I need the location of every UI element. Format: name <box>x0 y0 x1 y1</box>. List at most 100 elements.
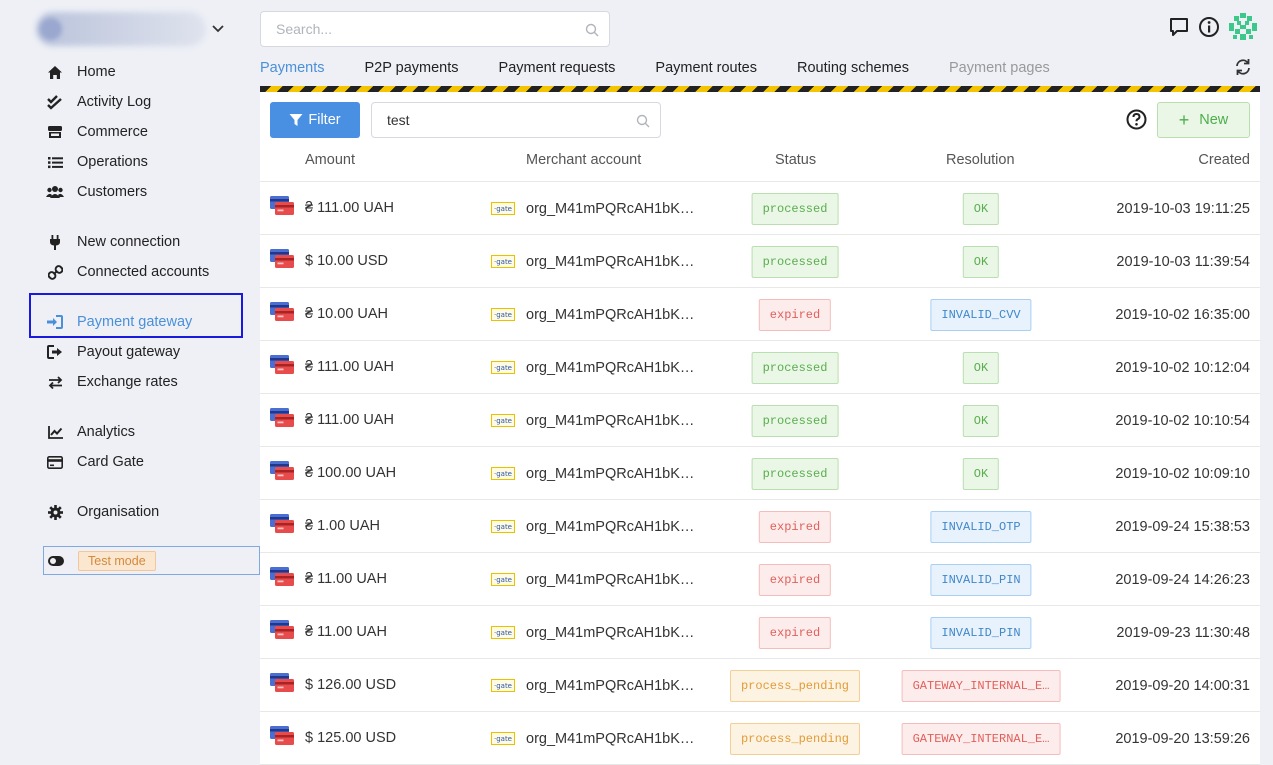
help-icon[interactable] <box>1126 109 1147 133</box>
sidebar-item-label: Analytics <box>77 424 136 440</box>
status-badge: processed <box>751 405 839 437</box>
table-row[interactable]: ₴ 111.00 UAH ·gate org_M41mPQRcAH1bK… proce… <box>260 341 1260 394</box>
sidebar-item-payment-gateway[interactable]: Payment gateway <box>44 310 192 334</box>
table-row[interactable]: $ 10.00 USD ·gate org_M41mPQRcAH1bK… proces… <box>260 235 1260 288</box>
status-badge: expired <box>758 299 832 331</box>
created-timestamp: 2019-10-02 16:35:00 <box>1115 307 1250 323</box>
table-row[interactable]: ₴ 1.00 UAH ·gate org_M41mPQRcAH1bK… expired… <box>260 500 1260 553</box>
table-row[interactable]: ₴ 111.00 UAH ·gate org_M41mPQRcAH1bK… proce… <box>260 394 1260 447</box>
gateway-logo-icon: ·gate <box>491 732 515 745</box>
status-badge: processed <box>751 352 839 384</box>
created-timestamp: 2019-10-03 19:11:25 <box>1116 201 1250 217</box>
column-header-created[interactable]: Created <box>1198 152 1250 168</box>
sidebar-item-exchange-rates[interactable]: Exchange rates <box>44 370 178 394</box>
search-icon <box>585 23 599 37</box>
gateway-logo-icon: ·gate <box>491 202 515 215</box>
sidebar-item-home[interactable]: Home <box>44 60 116 84</box>
column-header-status[interactable]: Status <box>775 152 816 168</box>
tab-p2p-payments[interactable]: P2P payments <box>364 56 458 86</box>
global-search[interactable] <box>260 11 610 47</box>
filter-icon <box>289 114 303 126</box>
sidebar-item-connected-accounts[interactable]: Connected accounts <box>44 260 209 284</box>
exchange-icon <box>44 373 66 391</box>
toggle-switch-icon[interactable] <box>48 555 64 566</box>
merchant-account: org_M41mPQRcAH1bK… <box>526 413 695 429</box>
filter-search-input[interactable] <box>372 103 660 137</box>
chat-icon[interactable] <box>1168 16 1190 38</box>
search-input[interactable] <box>261 12 609 46</box>
sidebar-item-customers[interactable]: Customers <box>44 180 147 204</box>
sidebar-item-organisation[interactable]: Organisation <box>44 500 159 524</box>
tab-payment-pages[interactable]: Payment pages <box>949 56 1050 86</box>
table-row[interactable]: ₴ 11.00 UAH ·gate org_M41mPQRcAH1bK… expire… <box>260 606 1260 659</box>
sidebar-item-label: New connection <box>77 234 181 250</box>
resolution-badge: GATEWAY_INTERNAL_E… <box>901 723 1061 755</box>
gateway-logo-icon: ·gate <box>491 414 515 427</box>
filter-button[interactable]: Filter <box>270 102 360 138</box>
refresh-icon[interactable] <box>1234 58 1252 79</box>
sidebar-item-label: Payout gateway <box>77 344 181 360</box>
table-row[interactable]: $ 125.00 USD ·gate org_M41mPQRcAH1bK… proce… <box>260 712 1260 765</box>
status-badge: process_pending <box>729 723 861 755</box>
merchant-account: org_M41mPQRcAH1bK… <box>526 572 695 588</box>
status-badge: processed <box>751 193 839 225</box>
payment-amount: ₴ 11.00 UAH <box>305 571 387 587</box>
new-payment-button[interactable]: + New <box>1157 102 1250 138</box>
column-header-resolution[interactable]: Resolution <box>946 152 1015 168</box>
payment-amount: ₴ 11.00 UAH <box>305 624 387 640</box>
card-payment-icon <box>270 620 294 639</box>
merchant-account: org_M41mPQRcAH1bK… <box>526 519 695 535</box>
gateway-logo-icon: ·gate <box>491 361 515 374</box>
organization-switcher[interactable] <box>36 12 236 48</box>
table-row[interactable]: ₴ 111.00 UAH ·gate org_M41mPQRcAH1bK… proce… <box>260 182 1260 235</box>
sidebar-item-analytics[interactable]: Analytics <box>44 420 135 444</box>
payment-amount: $ 126.00 USD <box>305 677 397 693</box>
filter-search-field[interactable] <box>371 102 661 138</box>
table-row[interactable]: ₴ 10.00 UAH ·gate org_M41mPQRcAH1bK… expire… <box>260 288 1260 341</box>
test-mode-toggle[interactable]: Test mode <box>43 546 260 575</box>
gateway-logo-icon: ·gate <box>491 520 515 533</box>
sidebar-item-operations[interactable]: Operations <box>44 150 148 174</box>
gateway-logo-icon: ·gate <box>491 573 515 586</box>
table-row[interactable]: $ 126.00 USD ·gate org_M41mPQRcAH1bK… proce… <box>260 659 1260 712</box>
sidebar-item-payout-gateway[interactable]: Payout gateway <box>44 340 180 364</box>
status-badge: processed <box>751 246 839 278</box>
credit-card-icon <box>44 453 66 471</box>
merchant-account: org_M41mPQRcAH1bK… <box>526 201 695 217</box>
table-row[interactable]: ₴ 100.00 UAH ·gate org_M41mPQRcAH1bK… proce… <box>260 447 1260 500</box>
sidebar-item-new-connection[interactable]: New connection <box>44 230 180 254</box>
created-timestamp: 2019-09-24 15:38:53 <box>1115 519 1250 535</box>
sidebar-item-label: Connected accounts <box>77 264 210 280</box>
gateway-logo-icon: ·gate <box>491 467 515 480</box>
chevron-down-icon[interactable] <box>210 20 226 36</box>
tab-payments[interactable]: Payments <box>260 56 324 86</box>
sidebar-item-label: Exchange rates <box>77 374 178 390</box>
sidebar-item-label: Payment gateway <box>77 314 193 330</box>
sidebar-item-activity-log[interactable]: Activity Log <box>44 90 151 114</box>
status-badge: expired <box>758 617 832 649</box>
column-header-amount[interactable]: Amount <box>305 152 355 168</box>
status-badge: expired <box>758 564 832 596</box>
info-icon[interactable] <box>1198 16 1220 38</box>
payment-amount: ₴ 111.00 UAH <box>305 359 394 375</box>
sidebar-item-commerce[interactable]: Commerce <box>44 120 148 144</box>
resolution-badge: INVALID_PIN <box>930 617 1032 649</box>
filter-button-label: Filter <box>308 112 341 128</box>
user-avatar-icon[interactable] <box>1228 12 1258 42</box>
tab-payment-routes[interactable]: Payment routes <box>655 56 757 86</box>
new-button-label: New <box>1199 112 1229 128</box>
payments-tabs: Payments P2P payments Payment requests P… <box>260 56 1090 86</box>
sidebar-item-label: Organisation <box>77 504 160 520</box>
tab-routing-schemes[interactable]: Routing schemes <box>797 56 909 86</box>
sidebar-item-label: Home <box>77 64 116 80</box>
resolution-badge: INVALID_CVV <box>930 299 1032 331</box>
column-header-merchant[interactable]: Merchant account <box>526 152 641 168</box>
sidebar-item-card-gate[interactable]: Card Gate <box>44 450 144 474</box>
merchant-account: org_M41mPQRcAH1bK… <box>526 360 695 376</box>
link-icon <box>44 263 66 281</box>
merchant-account: org_M41mPQRcAH1bK… <box>526 625 695 641</box>
status-badge: processed <box>751 458 839 490</box>
organization-avatar <box>40 18 62 40</box>
tab-payment-requests[interactable]: Payment requests <box>499 56 616 86</box>
table-row[interactable]: ₴ 11.00 UAH ·gate org_M41mPQRcAH1bK… expire… <box>260 553 1260 606</box>
